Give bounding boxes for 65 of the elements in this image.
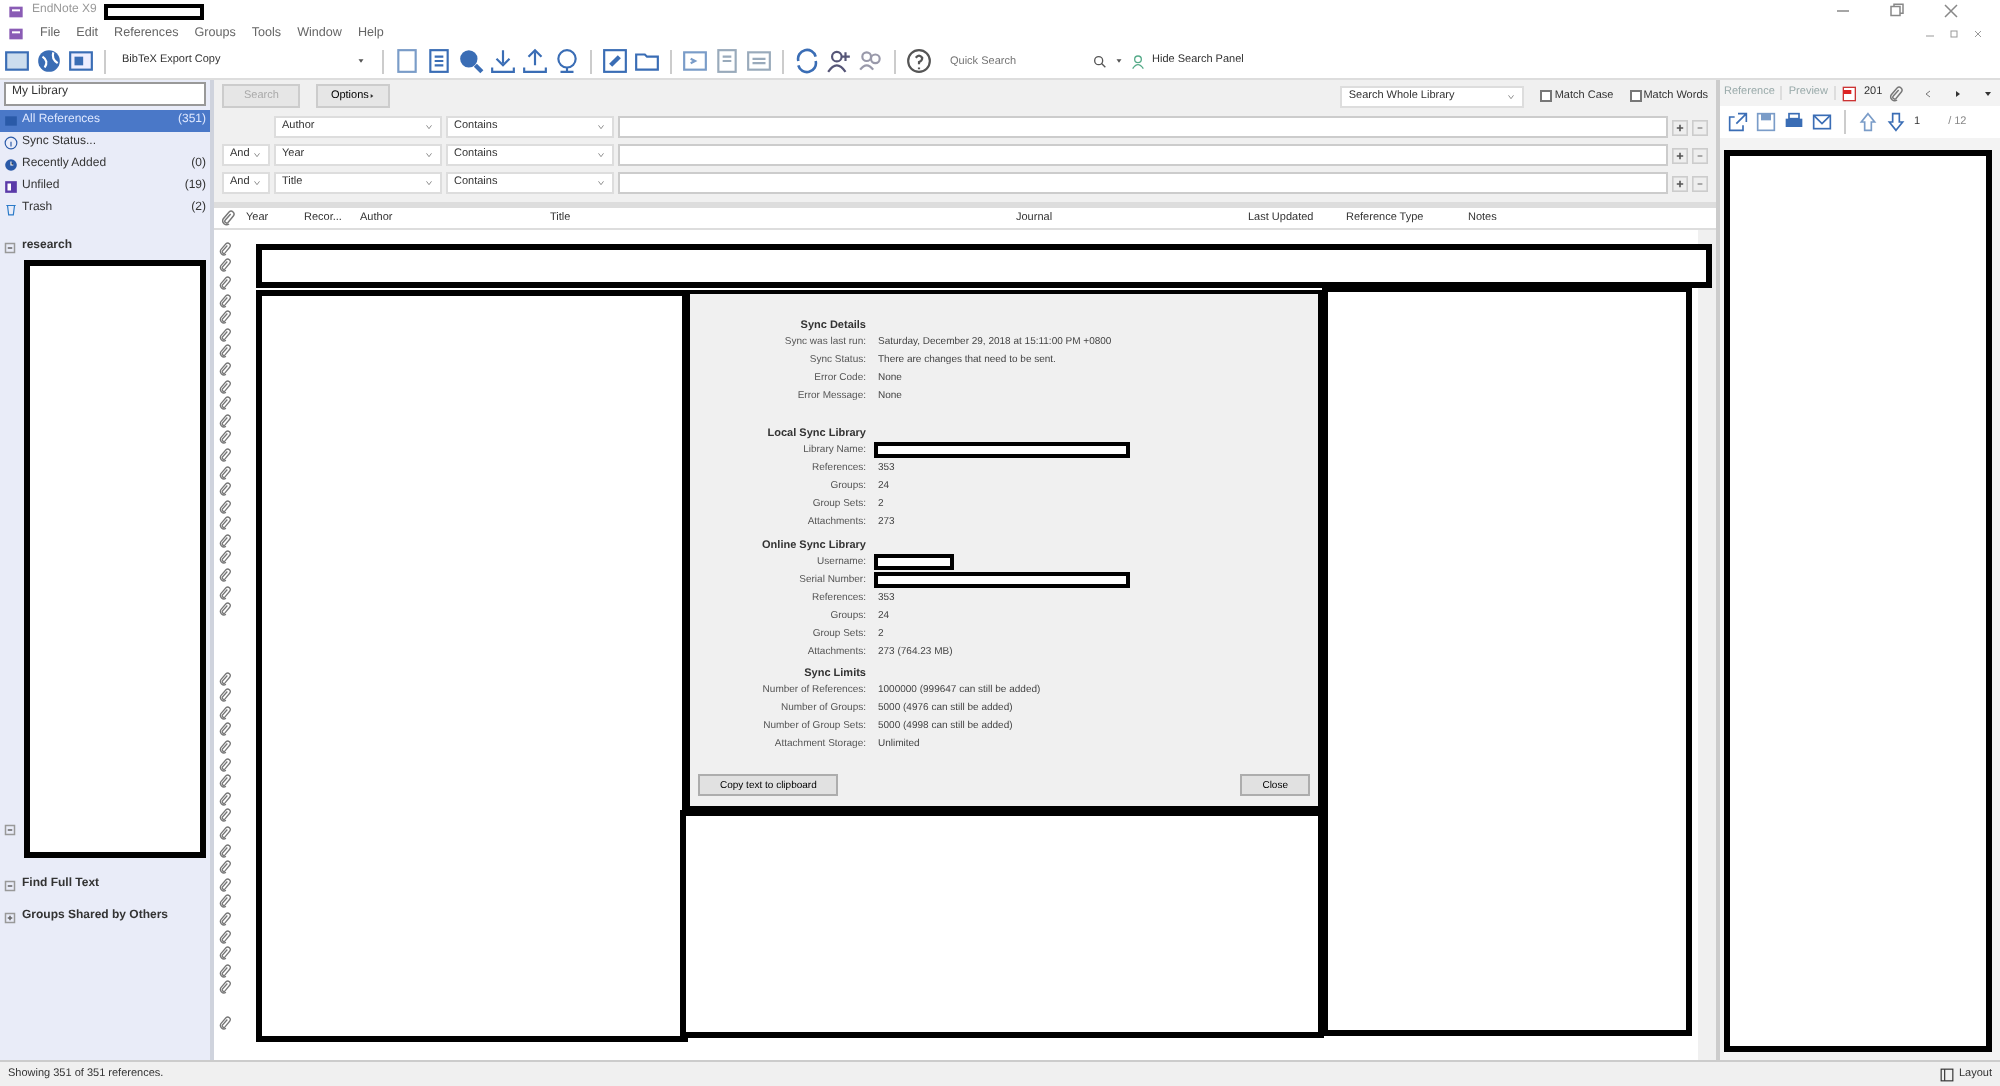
- checkbox[interactable]: [1629, 90, 1642, 102]
- help-icon[interactable]: [906, 48, 932, 74]
- caret-icon: [424, 178, 434, 188]
- dropdown-icon[interactable]: [1982, 87, 1995, 99]
- add-row-icon[interactable]: [1672, 147, 1688, 163]
- caret-icon: [424, 150, 434, 160]
- paperclip-icon[interactable]: [1888, 85, 1905, 101]
- caret-icon[interactable]: [1114, 56, 1124, 66]
- search-term-field[interactable]: [618, 144, 1668, 166]
- export-icon[interactable]: [522, 48, 548, 74]
- previous-icon[interactable]: [1922, 87, 1935, 99]
- up-arrow-icon[interactable]: [1858, 112, 1878, 132]
- restore-icon[interactable]: [1948, 27, 1960, 39]
- layout-icon[interactable]: [1940, 1067, 1955, 1081]
- open-folder-icon[interactable]: [634, 48, 660, 74]
- insert-icon[interactable]: [682, 48, 708, 74]
- caret-icon: [252, 178, 262, 188]
- email-icon[interactable]: [1812, 112, 1832, 132]
- add-row-icon[interactable]: [1672, 175, 1688, 191]
- search-term-field[interactable]: [618, 116, 1668, 138]
- save-icon[interactable]: [1756, 112, 1776, 132]
- edit-icon[interactable]: [602, 48, 628, 74]
- close-icon[interactable]: [1972, 27, 1984, 39]
- import-icon[interactable]: [490, 48, 516, 74]
- search-term-field[interactable]: [618, 172, 1668, 194]
- caret-icon: [596, 122, 606, 132]
- app-icon: [8, 3, 24, 19]
- list-document-icon[interactable]: [426, 48, 452, 74]
- search-globe-icon[interactable]: [458, 48, 484, 74]
- unfiled-icon: [4, 180, 18, 194]
- caret-icon: [356, 56, 366, 66]
- all-icon: [4, 114, 18, 128]
- down-arrow-icon[interactable]: [1886, 112, 1906, 132]
- collapse-icon[interactable]: [4, 824, 16, 837]
- person-icon: [1130, 53, 1146, 69]
- collapse-icon[interactable]: [4, 879, 16, 892]
- collapse-icon[interactable]: [4, 241, 16, 254]
- pdf-icon[interactable]: [1841, 85, 1858, 101]
- caret-icon: [596, 178, 606, 188]
- expand-icon[interactable]: [4, 911, 16, 924]
- app-icon: [8, 25, 24, 41]
- document-icon[interactable]: [394, 48, 420, 74]
- trash-icon: [4, 202, 18, 216]
- close-icon[interactable]: [1942, 2, 1960, 20]
- bibliography-icon[interactable]: [746, 48, 772, 74]
- caret-icon: [424, 122, 434, 132]
- print-icon[interactable]: [1784, 112, 1804, 132]
- caret-icon: [596, 150, 606, 160]
- paperclip-icon: [220, 210, 236, 226]
- add-row-icon[interactable]: [1672, 119, 1688, 135]
- redaction-box: [104, 3, 205, 19]
- open-external-icon[interactable]: [1728, 112, 1748, 132]
- recent-icon: [4, 158, 18, 172]
- library-icon[interactable]: [68, 48, 94, 74]
- scrollbar[interactable]: [1698, 230, 1716, 1060]
- share-user-icon[interactable]: [826, 48, 852, 74]
- restore-icon[interactable]: [1888, 2, 1906, 20]
- caret-icon: [252, 150, 262, 160]
- folder-icon[interactable]: [4, 48, 30, 74]
- globe-icon[interactable]: [36, 48, 62, 74]
- format-icon[interactable]: [714, 48, 740, 74]
- checkbox[interactable]: [1540, 90, 1553, 102]
- caret-icon: [1506, 91, 1517, 101]
- search-icon[interactable]: [1092, 53, 1108, 69]
- next-icon[interactable]: [1952, 87, 1965, 99]
